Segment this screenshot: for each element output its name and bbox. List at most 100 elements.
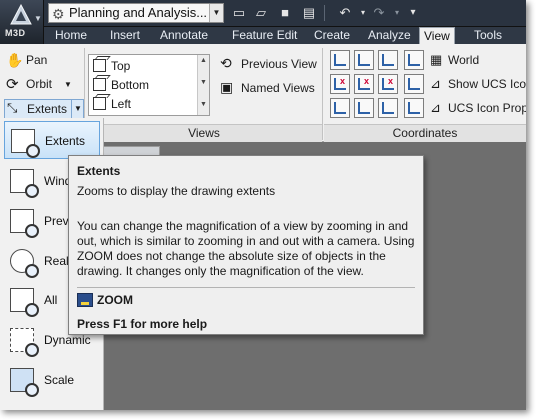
title-bar: ⚙ Planning and Analysis... ▼ ▭ ▱ ■ ▤ ↶ ▾… [0, 0, 526, 27]
extents-split-button[interactable]: ⤡ Extents ▼ [4, 99, 84, 119]
views-panel-title[interactable]: Views [86, 124, 322, 142]
orbit-button[interactable]: ⟳ Orbit ▼ [6, 76, 76, 94]
previous-view-icon: ⟲ [220, 55, 232, 71]
world-icon: ▦ [430, 52, 443, 67]
tooltip-help: Press F1 for more help [77, 317, 208, 331]
list-item[interactable]: Left [91, 95, 131, 113]
named-views-label: Named Views [241, 81, 315, 95]
new-file-icon[interactable]: ▭ [230, 4, 248, 22]
zoom-window-icon [10, 169, 39, 198]
expand-icon[interactable]: ▼ [200, 101, 207, 108]
menu-item-extents[interactable]: Extents [4, 121, 100, 159]
zoom-scale-icon [10, 368, 39, 397]
show-ucs-icon-button[interactable]: ⊿ Show UCS Ico [430, 76, 526, 94]
ucs-icon-properties-label: UCS Icon Propertie [448, 101, 526, 115]
ucs-face-icon[interactable] [330, 98, 350, 118]
ucs-display-icon: ⊿ [430, 76, 441, 91]
list-item[interactable]: Top [91, 57, 130, 75]
zoom-extents-icon [11, 129, 40, 158]
world-label: World [448, 53, 480, 67]
tab-create[interactable]: Create [314, 27, 350, 44]
tooltip-subtitle: Zooms to display the drawing extents [77, 184, 276, 198]
save-icon[interactable]: ■ [276, 4, 294, 22]
tooltip-title: Extents [77, 164, 121, 178]
gear-icon: ⚙ [52, 6, 65, 22]
scroll-up-icon[interactable]: ▲ [200, 57, 207, 64]
view-label: Bottom [111, 78, 150, 92]
customize-toolbar-icon[interactable]: ▾ [404, 4, 422, 22]
redo-icon[interactable]: ↷ [370, 4, 388, 22]
tab-insert[interactable]: Insert [110, 27, 140, 44]
app-logo-icon [10, 4, 32, 25]
chevron-down-icon[interactable]: ▼ [209, 4, 223, 22]
cube-left-icon [93, 97, 106, 110]
workspace-name: Planning and Analysis... [69, 5, 208, 20]
view-label: Top [111, 59, 131, 73]
named-views-icon: ▣ [220, 79, 234, 95]
tooltip: Extents Zooms to display the drawing ext… [68, 155, 424, 335]
chevron-down-icon[interactable]: ▼ [71, 99, 84, 119]
ucs-view-icon[interactable] [378, 50, 398, 70]
print-icon[interactable]: ▤ [300, 4, 318, 22]
chevron-down-icon: ▼ [34, 14, 42, 23]
open-folder-icon[interactable]: ▱ [252, 4, 270, 22]
ucs-named-icon[interactable] [404, 98, 424, 118]
menu-item-label: All [44, 293, 58, 307]
menu-item-scale[interactable]: Scale [4, 361, 100, 399]
list-item[interactable]: Bottom [91, 76, 149, 94]
application-menu-button[interactable]: M3D ▼ [0, 0, 44, 44]
tab-home[interactable]: Home [55, 27, 87, 44]
ucs-object-icon[interactable] [404, 50, 424, 70]
menu-item-label: Scale [44, 373, 75, 387]
orbit-label: Orbit [26, 77, 53, 91]
toolbar-separator [324, 5, 325, 21]
ucs-3point-icon[interactable] [404, 74, 424, 94]
properties-icon: ⊿ [430, 100, 441, 115]
undo-icon[interactable]: ↶ [336, 4, 354, 22]
extents-label: Extents [27, 102, 68, 116]
pan-label: Pan [26, 53, 48, 67]
ucs-icon[interactable] [330, 50, 350, 70]
coordinates-panel-title[interactable]: Coordinates [324, 124, 526, 142]
view-label: Left [111, 97, 132, 111]
previous-view-label: Previous View [241, 57, 317, 71]
zoom-all-icon [10, 288, 39, 317]
ucs-y-icon[interactable] [354, 74, 374, 94]
hand-icon: ✋ [6, 52, 24, 68]
tab-view[interactable]: View [419, 27, 455, 45]
scrollbar[interactable]: ▲ ▼ ▼ [197, 55, 209, 115]
cube-bottom-icon [93, 78, 106, 91]
scroll-down-icon[interactable]: ▼ [200, 79, 207, 86]
zoom-realtime-icon [10, 249, 39, 278]
application-window: ⚙ Planning and Analysis... ▼ ▭ ▱ ■ ▤ ↶ ▾… [0, 0, 526, 410]
ucs-previous-icon[interactable] [378, 98, 398, 118]
panel-separator [322, 48, 323, 140]
menu-item-label: Dynamic [44, 333, 91, 347]
zoom-extents-icon: ⤡ [7, 100, 18, 115]
views-list[interactable]: Top Bottom Left ▲ ▼ ▼ [88, 54, 210, 116]
tooltip-command: ZOOM [97, 293, 133, 307]
tab-feature-edit[interactable]: Feature Edit [232, 27, 297, 44]
tooltip-description: You can change the magnification of a vi… [77, 219, 415, 278]
named-views-button[interactable]: ▣ Named Views [220, 79, 320, 98]
menu-item-label: Extents [45, 134, 86, 148]
tab-tools[interactable]: Tools [474, 27, 502, 44]
orbit-icon: ⟳ [6, 76, 19, 93]
zoom-previous-icon [10, 209, 39, 238]
cube-top-icon [93, 59, 106, 72]
command-line-icon [77, 293, 93, 307]
world-ucs-button[interactable]: ▦ World [430, 52, 526, 70]
tab-analyze[interactable]: Analyze [368, 27, 411, 44]
pan-button[interactable]: ✋ Pan [6, 52, 76, 70]
previous-view-button[interactable]: ⟲ Previous View [220, 55, 320, 74]
show-ucs-icon-label: Show UCS Ico [448, 77, 526, 91]
chevron-down-icon: ▼ [64, 80, 72, 89]
workspace-selector[interactable]: ⚙ Planning and Analysis... ▼ [48, 3, 224, 23]
tab-annotate[interactable]: Annotate [160, 27, 208, 44]
ucs-x-icon[interactable] [330, 74, 350, 94]
ucs-zaxis-icon[interactable] [354, 98, 374, 118]
ucs-icon-properties-button[interactable]: ⊿ UCS Icon Propertie [430, 100, 526, 118]
ucs-origin-icon[interactable] [354, 50, 374, 70]
zoom-dynamic-icon [10, 328, 39, 357]
ucs-z-icon[interactable] [378, 74, 398, 94]
